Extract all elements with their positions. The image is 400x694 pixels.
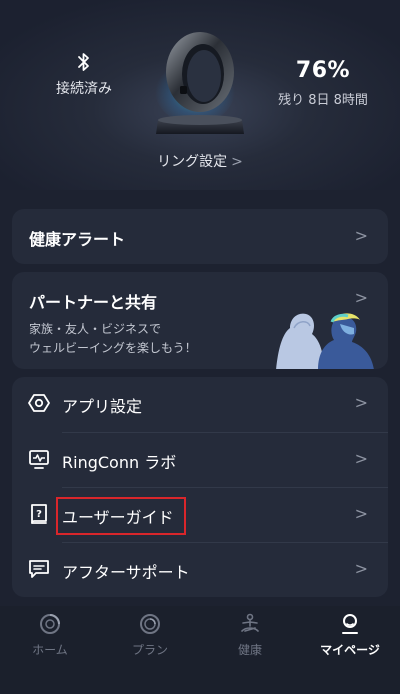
bluetooth-status: 接続済み — [46, 52, 122, 98]
home-ring-icon — [40, 614, 60, 634]
profile-icon — [342, 614, 358, 634]
tab-health-label: 健康 — [237, 643, 262, 657]
tab-mypage-label: マイページ — [320, 643, 380, 657]
partner-share-title: パートナーと共有 — [29, 293, 158, 312]
chevron-right-icon: > — [354, 288, 368, 307]
tab-home[interactable]: ホーム — [0, 612, 100, 658]
tab-plan-label: プラン — [131, 643, 168, 657]
chat-support-icon — [29, 560, 49, 578]
list-item-ringconn-lab[interactable]: RingConn ラボ > — [12, 433, 388, 488]
chevron-right-icon: > — [354, 449, 368, 468]
ring-settings-link[interactable]: リング設定 > — [0, 151, 400, 171]
svg-text:?: ? — [36, 509, 42, 520]
tab-mypage[interactable]: マイページ — [300, 612, 400, 658]
chevron-right-icon: > — [231, 154, 243, 170]
list-item-after-support[interactable]: アフターサポート > — [12, 543, 388, 598]
chevron-right-icon: > — [354, 393, 368, 412]
guide-book-icon: ? — [31, 504, 47, 524]
health-alert-title: 健康アラート — [29, 230, 126, 249]
app-settings-label: アプリ設定 — [62, 397, 143, 416]
plan-ring-icon — [140, 614, 160, 634]
settings-list-card: アプリ設定 > RingConn ラボ > ? ユーザーガイド > アフターサポ… — [12, 377, 388, 597]
connection-status-label: 接続済み — [56, 81, 112, 97]
list-item-app-settings[interactable]: アプリ設定 > — [12, 377, 388, 432]
battery-remaining: 残り 8日 8時間 — [278, 93, 368, 108]
health-alert-card[interactable]: 健康アラート > — [12, 209, 388, 264]
bluetooth-icon — [78, 53, 89, 71]
ringconn-lab-label: RingConn ラボ — [62, 453, 177, 472]
chevron-right-icon: > — [354, 504, 368, 523]
partner-desc-line2: ウェルビーイングを楽しもう！ — [29, 341, 197, 355]
hexagon-settings-icon — [28, 394, 50, 412]
meditation-icon — [241, 613, 259, 632]
after-support-label: アフターサポート — [62, 563, 190, 582]
ring-image — [140, 24, 260, 146]
battery-percent: 76% — [295, 58, 351, 83]
partner-illustration — [276, 313, 374, 369]
monitor-pulse-icon — [29, 450, 49, 469]
partner-share-description: 家族・友人・ビジネスで ウェルビーイングを楽しもう！ — [29, 320, 249, 358]
tab-home-label: ホーム — [32, 643, 68, 657]
partner-desc-line1: 家族・友人・ビジネスで — [29, 322, 162, 336]
ring-settings-label: リング設定 — [157, 154, 228, 170]
bottom-tab-bar: ホーム プラン 健康 マイページ — [0, 606, 400, 694]
user-guide-highlight-box — [56, 497, 186, 535]
battery-status: 76% 残り 8日 8時間 — [268, 58, 378, 108]
ring-status-header: 接続済み 76% 残り 8日 8時間 リング設定 > — [0, 0, 400, 190]
chevron-right-icon: > — [354, 559, 368, 578]
chevron-right-icon: > — [354, 226, 368, 245]
partner-share-card[interactable]: パートナーと共有 家族・友人・ビジネスで ウェルビーイングを楽しもう！ > — [12, 272, 388, 369]
tab-plan[interactable]: プラン — [100, 612, 200, 658]
tab-health[interactable]: 健康 — [200, 612, 300, 658]
